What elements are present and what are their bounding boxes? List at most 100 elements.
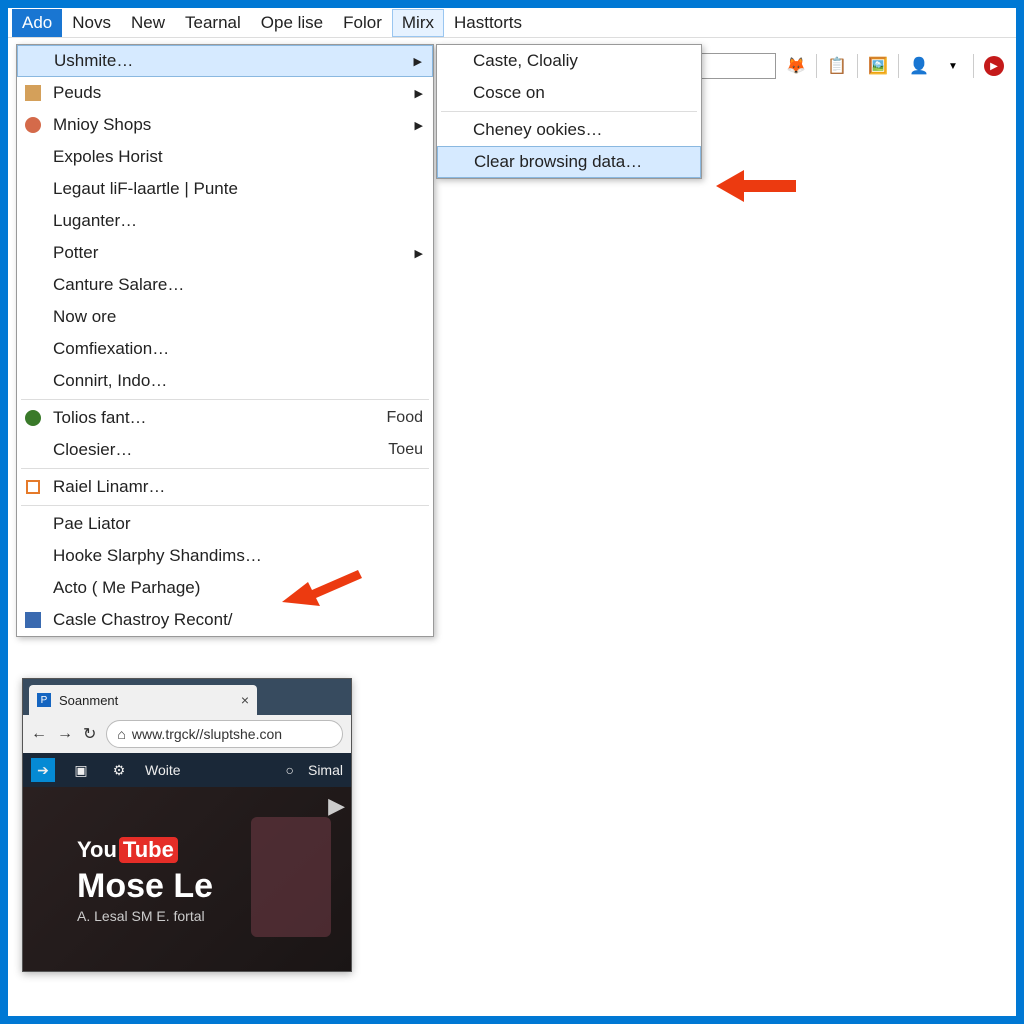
menu-item[interactable]: Legaut liF-laartle | Punte [17,173,433,205]
close-icon[interactable]: × [241,692,249,708]
menu-item[interactable]: Ushmite… ▶ [17,45,433,77]
menu-item[interactable]: Cosce on [437,77,701,109]
thumb-content: ▶ You Tube Mose Le A. Lesal SM E. fortal [23,787,351,972]
menu-item[interactable]: Now ore [17,301,433,333]
menu-item-label: Luganter… [53,211,137,231]
menubar: Ado Novs New Tearnal Ope lise Folor Mirx… [8,8,1016,38]
menu-shortcut: Toeu [388,441,423,459]
menu-item[interactable]: Cloesier… Toeu [17,434,433,466]
separator [441,111,697,112]
play-icon[interactable]: ▶ [980,52,1008,80]
menu-opelise[interactable]: Ope lise [251,9,333,37]
menu-item[interactable]: Canture Salare… [17,269,433,301]
separator [21,468,429,469]
menu-new[interactable]: New [121,9,175,37]
url-text: www.trgck//sluptshe.con [132,726,282,742]
separator [898,54,899,78]
tab-title: Soanment [59,693,118,708]
menu-item-label: Legaut liF-laartle | Punte [53,179,238,199]
thumb-tabbar: P Soanment × [23,679,351,715]
menu-item-label: Casle Chastroy Recont/ [53,610,233,630]
play-icon[interactable]: ▶ [328,793,345,819]
chevron-down-icon[interactable]: ▼ [939,52,967,80]
dot-icon: ○ [286,762,294,778]
menu-item[interactable]: Acto ( Me Parhage) [17,572,433,604]
menu-hasttorts[interactable]: Hasttorts [444,9,532,37]
reload-icon[interactable]: ↻ [83,724,96,744]
lock-icon: ⌂ [117,726,125,742]
ball-icon [23,408,43,428]
callout-arrow-icon [282,570,362,610]
menu-item[interactable]: Caste, Cloaliy [437,45,701,77]
clipboard-icon[interactable]: 📋 [823,52,851,80]
callout-arrow-icon [716,166,796,206]
menu-item[interactable]: Expoles Horist [17,141,433,173]
firefox-icon[interactable]: 🦊 [782,52,810,80]
dropdown-main: Ushmite…▶Peuds▶Mnioy Shops▶Expoles Horis… [16,44,434,637]
menu-item-label: Tolios fant… [53,408,147,428]
separator [21,399,429,400]
menu-novs[interactable]: Novs [62,9,121,37]
submenu-arrow-icon: ▶ [415,247,423,260]
menu-item[interactable]: Tolios fant… Food [17,402,433,434]
menu-item[interactable]: Comfiexation… [17,333,433,365]
separator [857,54,858,78]
menu-item-label: Cosce on [473,83,545,103]
menu-item[interactable]: Connirt, Indo… [17,365,433,397]
submenu-arrow-icon: ▶ [415,119,423,132]
menu-item-label: Hooke Slarphy Shandims… [53,546,262,566]
people-icon [23,115,43,135]
gear-icon[interactable]: ⚙ [107,758,131,782]
separator [21,505,429,506]
square-icon [23,477,43,497]
menu-item-label: Expoles Horist [53,147,163,167]
menu-item[interactable]: Raiel Linamr… [17,471,433,503]
browser-thumbnail: P Soanment × ← → ↻ ⌂ www.trgck//sluptshe… [22,678,352,972]
menu-shortcut: Food [387,409,423,427]
menu-item-label: Pae Liator [53,514,131,534]
forward-icon[interactable]: → [57,725,73,743]
menu-tearnal[interactable]: Tearnal [175,9,251,37]
dropdown-submenu: Caste, Cloaliy Cosce on Cheney ookies… Clea… [436,44,702,179]
favicon-icon: P [37,693,51,707]
person-image [251,817,331,937]
menu-folor[interactable]: Folor [333,9,392,37]
menu-item-label: Caste, Cloaliy [473,51,578,71]
menu-item[interactable]: Peuds▶ [17,77,433,109]
menu-item[interactable]: Mnioy Shops ▶ [17,109,433,141]
toolbar-label[interactable]: Woite [145,762,181,778]
menu-item[interactable]: Pae Liator [17,508,433,540]
panel-icon[interactable]: ▣ [69,758,93,782]
menu-item[interactable]: Luganter… [17,205,433,237]
menu-item-label: Connirt, Indo… [53,371,167,391]
submenu-arrow-icon: ▶ [414,55,422,68]
menu-item-label: Comfiexation… [53,339,169,359]
menu-item-label: Potter [53,243,98,263]
menu-item-label: Clear browsing data… [474,152,642,172]
menu-item-label: Raiel Linamr… [53,477,165,497]
menu-item-label: Cloesier… [53,440,132,460]
menu-ado[interactable]: Ado [12,9,62,37]
menu-item[interactable]: Hooke Slarphy Shandims… [17,540,433,572]
toolbar-label[interactable]: Simal [308,762,343,778]
menu-item-label: Peuds [53,83,101,103]
img-icon [23,83,43,103]
image-icon[interactable]: 🖼️ [864,52,892,80]
menu-item[interactable]: Casle Chastroy Recont/ [17,604,433,636]
toolbar-right: 🦊 📋 🖼️ 👤 ▼ ▶ [678,48,1016,84]
thumb-tab[interactable]: P Soanment × [29,685,257,715]
menu-item-label: Canture Salare… [53,275,184,295]
menu-item[interactable]: Cheney ookies… [437,114,701,146]
separator [816,54,817,78]
menu-item[interactable]: Clear browsing data… [437,146,701,178]
back-icon[interactable]: ← [31,725,47,743]
menu-item-label: Now ore [53,307,116,327]
url-field[interactable]: ⌂ www.trgck//sluptshe.con [106,720,343,748]
menu-mirx[interactable]: Mirx [392,9,444,37]
menu-item-label: Mnioy Shops [53,115,151,135]
thumb-addressbar: ← → ↻ ⌂ www.trgck//sluptshe.con [23,715,351,753]
user-icon[interactable]: 👤 [905,52,933,80]
menu-item-label: Ushmite… [54,51,133,71]
menu-item[interactable]: Potter ▶ [17,237,433,269]
arrow-icon[interactable]: ➔ [31,758,55,782]
